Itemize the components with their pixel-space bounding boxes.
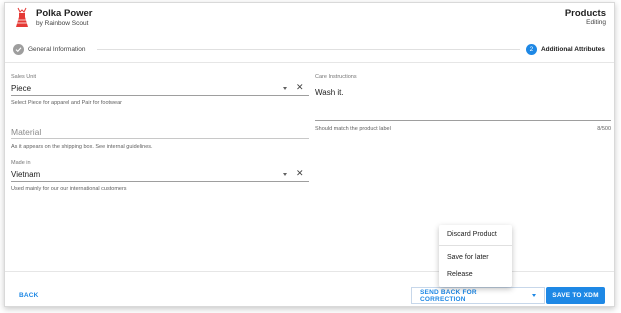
care-instructions-textarea[interactable]: Care Instructions Wash it. Should match …	[315, 74, 611, 136]
sales-unit-value: Piece	[11, 84, 32, 93]
material-hint: As it appears on the shipping box. See i…	[11, 144, 153, 150]
step-number-badge: 2	[525, 44, 537, 55]
more-actions-toggle[interactable]	[524, 288, 544, 303]
menu-item-save-for-later[interactable]: Save for later	[447, 254, 489, 261]
care-instructions-value: Wash it.	[315, 88, 344, 97]
footer-bar: BACK SEND BACK FOR CORRECTION SAVE TO XD…	[5, 271, 614, 308]
header: Polka Power by Rainbow Scout Products Ed…	[5, 3, 614, 37]
sales-unit-label: Sales Unit	[11, 74, 37, 80]
send-back-button[interactable]: SEND BACK FOR CORRECTION	[412, 289, 524, 303]
made-in-select[interactable]: Made in Vietnam ✕ Used mainly for our ou…	[11, 160, 309, 196]
page-status: Editing	[586, 19, 606, 26]
menu-item-release[interactable]: Release	[447, 271, 473, 278]
material-input[interactable]: Material As it appears on the shipping b…	[11, 121, 309, 153]
step-additional-attributes[interactable]: 2 Additional Attributes	[525, 44, 605, 55]
field-underline	[11, 95, 309, 96]
product-brand: by Rainbow Scout	[36, 20, 89, 27]
sales-unit-select[interactable]: Sales Unit Piece ✕ Select Piece for appa…	[11, 74, 309, 110]
stepper-connector	[97, 49, 520, 50]
caret-down-icon[interactable]	[283, 173, 287, 176]
caret-down-icon[interactable]	[283, 87, 287, 90]
checkmark-icon	[13, 44, 24, 55]
character-counter: 8/500	[597, 126, 611, 132]
field-underline	[11, 138, 309, 139]
send-back-split-button: SEND BACK FOR CORRECTION	[411, 287, 545, 304]
field-underline	[11, 181, 309, 182]
step-label: General Information	[28, 46, 86, 53]
page-title: Products	[564, 8, 606, 19]
sales-unit-hint: Select Piece for apparel and Pair for fo…	[11, 100, 122, 106]
step-general-information[interactable]: General Information	[13, 44, 85, 55]
close-icon[interactable]: ✕	[296, 83, 304, 92]
save-to-xdm-button[interactable]: SAVE TO XDM	[546, 287, 605, 304]
care-instructions-hint: Should match the product label	[315, 126, 391, 132]
step-label: Additional Attributes	[540, 46, 605, 53]
material-placeholder: Material	[11, 127, 42, 137]
app-window: Polka Power by Rainbow Scout Products Ed…	[4, 2, 615, 307]
back-button[interactable]: BACK	[19, 292, 39, 299]
made-in-value: Vietnam	[11, 170, 41, 179]
made-in-label: Made in	[11, 160, 31, 166]
field-underline	[315, 120, 611, 121]
care-instructions-label: Care Instructions	[315, 74, 357, 80]
menu-divider	[439, 245, 512, 246]
menu-item-discard-product[interactable]: Discard Product	[447, 231, 497, 238]
stepper: General Information 2 Additional Attribu…	[5, 37, 614, 63]
caret-down-icon	[532, 294, 536, 297]
more-actions-menu: Discard Product Save for later Release	[439, 225, 512, 287]
product-name: Polka Power	[36, 8, 93, 19]
made-in-hint: Used mainly for our our international cu…	[11, 186, 127, 192]
close-icon[interactable]: ✕	[296, 169, 304, 178]
dress-logo-icon	[16, 7, 28, 27]
